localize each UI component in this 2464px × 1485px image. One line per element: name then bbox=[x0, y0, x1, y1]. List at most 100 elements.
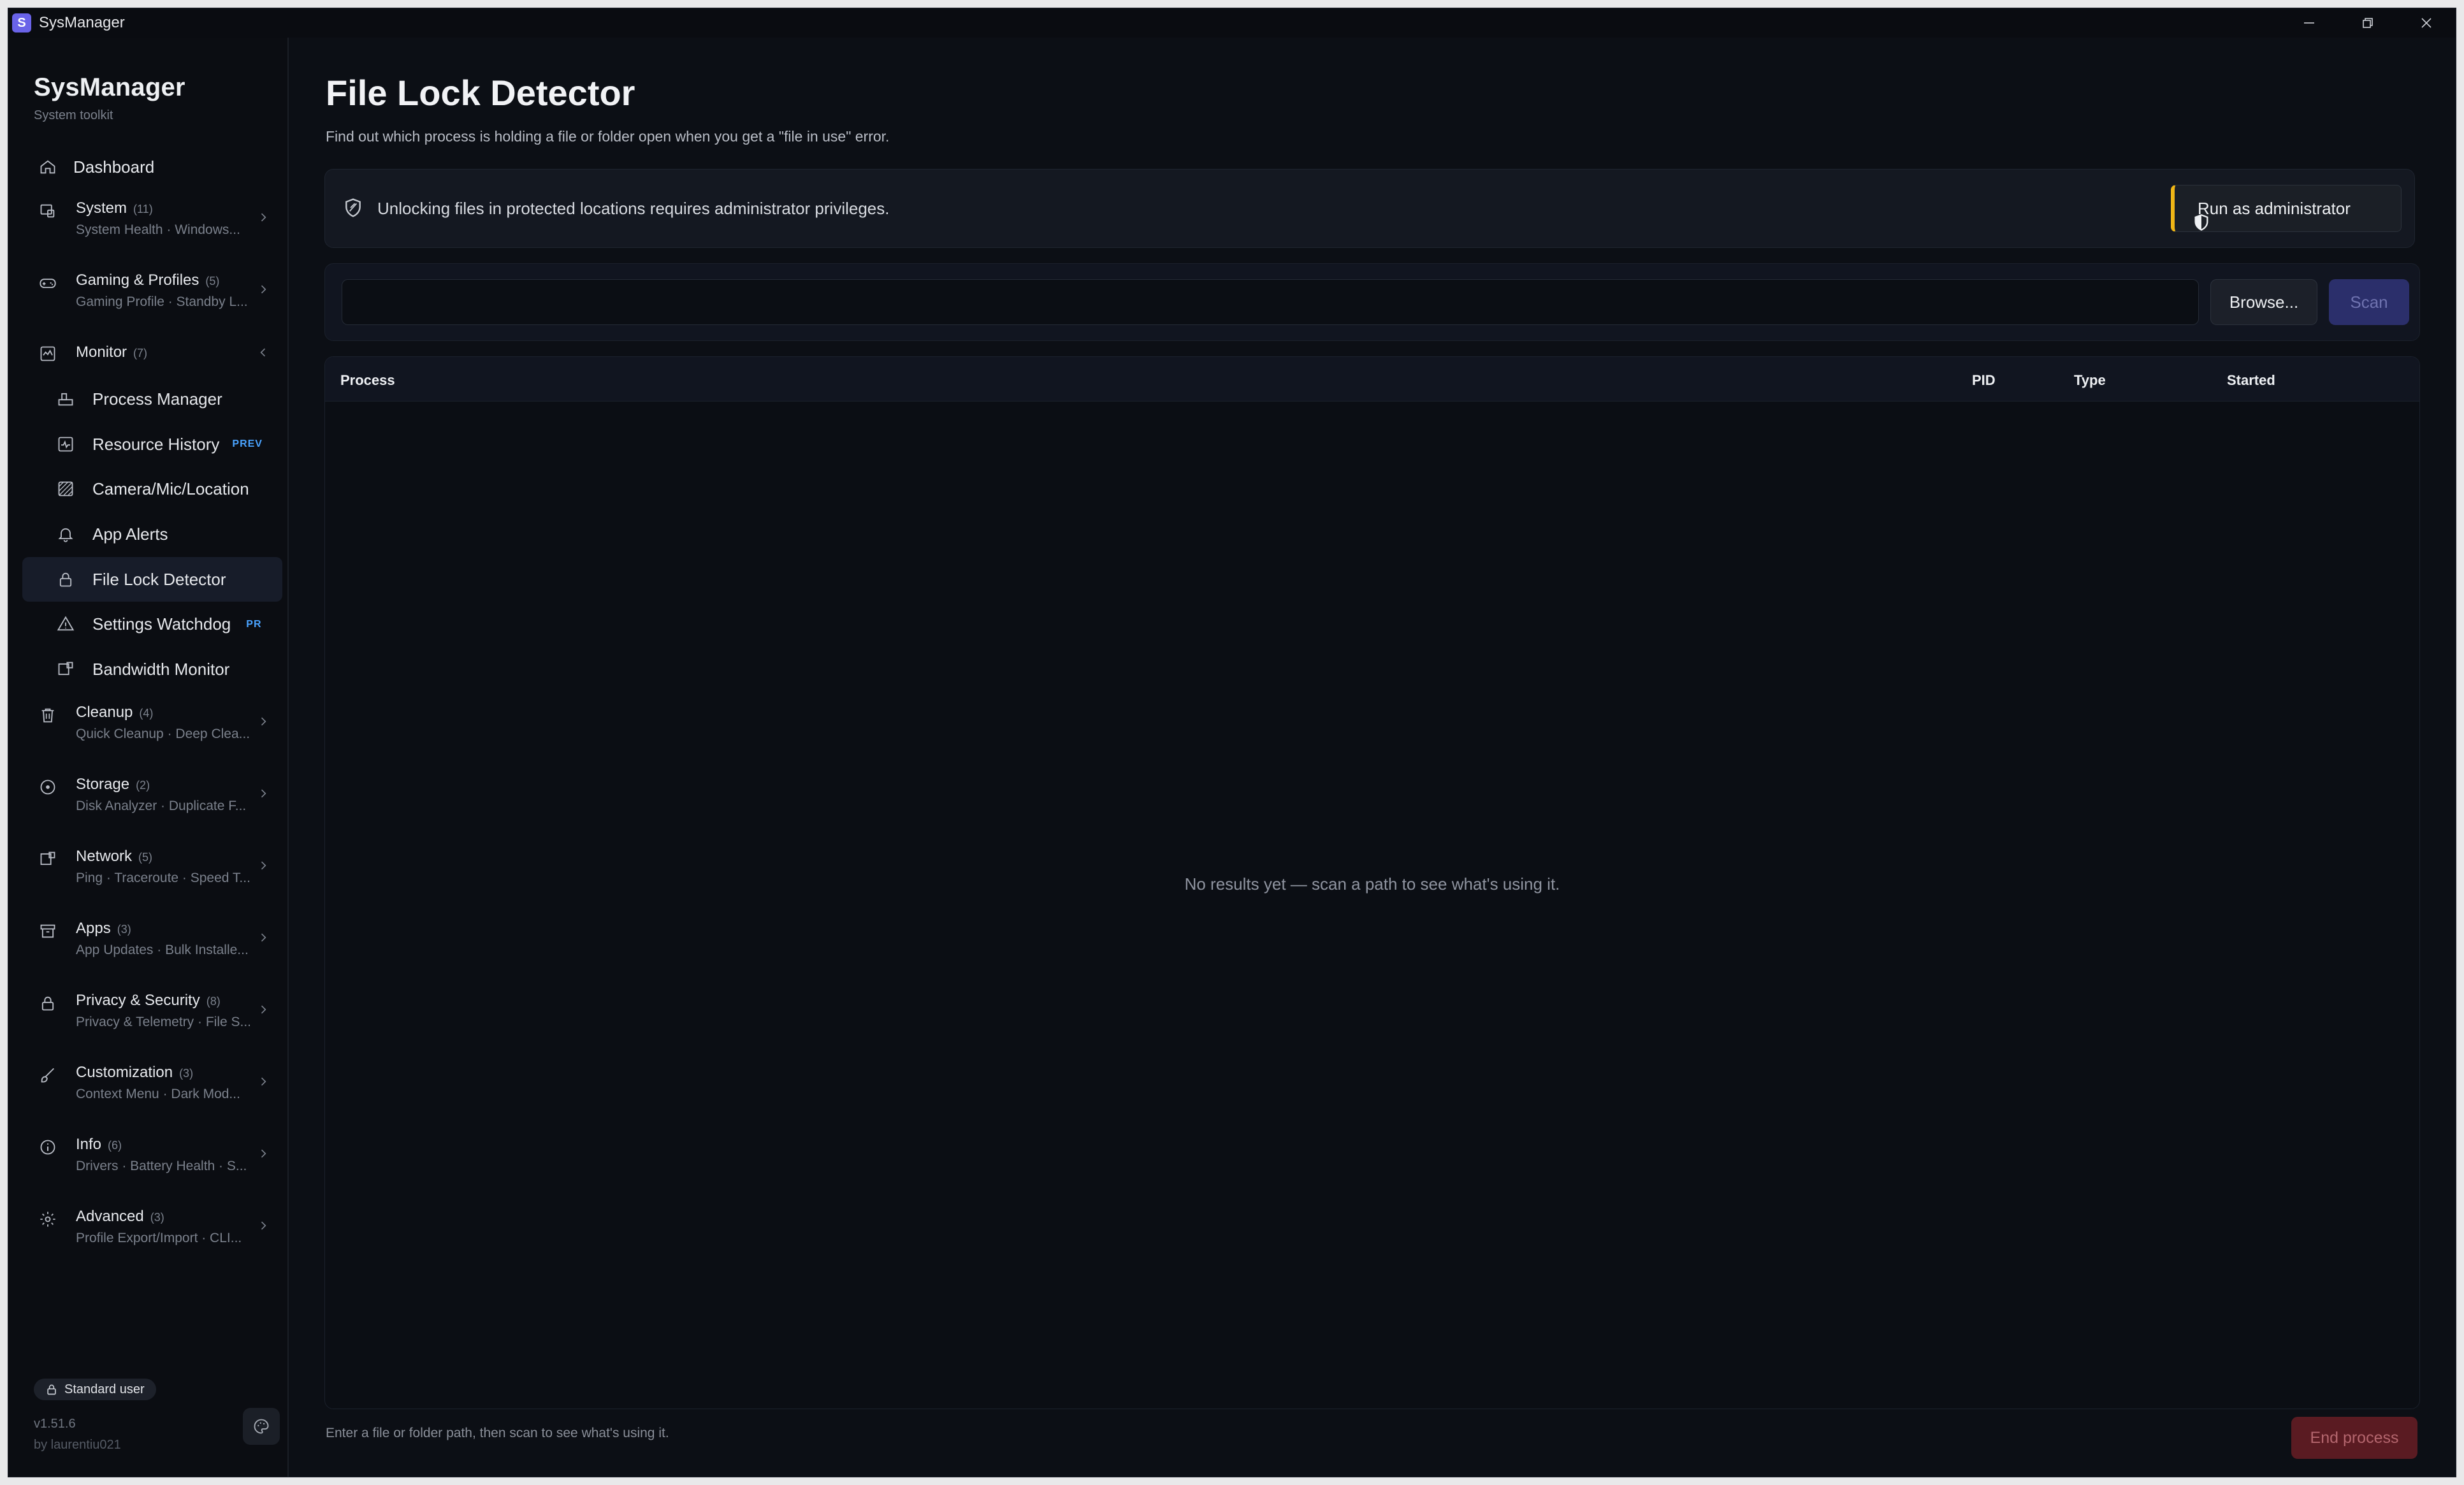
group-count: (6) bbox=[108, 1138, 122, 1152]
user-status-badge: Standard user bbox=[34, 1379, 156, 1400]
sidebar-item-process-manager[interactable]: Process Manager bbox=[22, 377, 282, 422]
bandwidth-icon bbox=[58, 662, 73, 676]
sidebar-item-settings-watchdog[interactable]: Settings Watchdog PR bbox=[22, 602, 282, 647]
sidebar-item-file-lock-detector[interactable]: File Lock Detector bbox=[22, 556, 282, 602]
sidebar-group-gaming[interactable]: Gaming & Profiles (5) Gaming Profile · St… bbox=[22, 260, 282, 332]
group-title: Advanced bbox=[76, 1207, 144, 1225]
sidebar-group-cleanup[interactable]: Cleanup (4) Quick Cleanup · Deep Clea... bbox=[22, 692, 282, 764]
network-icon bbox=[40, 851, 55, 865]
minimize-icon bbox=[2304, 22, 2314, 24]
group-title: Monitor bbox=[76, 344, 127, 361]
shield-half-icon bbox=[2194, 214, 2208, 231]
app-logo-icon: S bbox=[12, 13, 31, 33]
group-title: Apps bbox=[76, 919, 111, 937]
path-input[interactable] bbox=[342, 279, 2199, 325]
group-count: (7) bbox=[133, 347, 148, 359]
sidebar-group-advanced[interactable]: Advanced (3) Profile Export/Import · CLI.… bbox=[22, 1196, 282, 1268]
lock-icon bbox=[47, 1384, 56, 1395]
group-count: (5) bbox=[138, 850, 153, 864]
group-subtitle: Disk Analyzer · Duplicate F... bbox=[76, 798, 247, 813]
sidebar-item-label: Process Manager bbox=[92, 389, 222, 409]
sidebar-group-monitor[interactable]: Monitor (7) bbox=[22, 332, 282, 377]
group-title: Gaming & Profiles bbox=[76, 272, 199, 289]
scan-panel: Browse... Scan bbox=[324, 263, 2420, 341]
camera-icon bbox=[58, 481, 73, 496]
group-count: (11) bbox=[133, 203, 153, 215]
group-title: Network bbox=[76, 847, 133, 865]
sidebar-group-customization[interactable]: Customization (3) Context Menu · Dark Mod… bbox=[22, 1052, 282, 1124]
gamepad-icon bbox=[40, 279, 56, 288]
group-title: System bbox=[76, 199, 127, 217]
sidebar-item-label: Resource History bbox=[92, 434, 220, 454]
group-title: Customization bbox=[76, 1063, 173, 1081]
system-icon bbox=[40, 204, 55, 218]
sidebar-item-resource-history[interactable]: Resource History PREV bbox=[22, 422, 282, 467]
app-author: by laurentiu021 bbox=[34, 1438, 121, 1452]
sidebar-item-bandwidth-monitor[interactable]: Bandwidth Monitor bbox=[22, 647, 282, 692]
admin-banner-text: Unlocking files in protected locations r… bbox=[377, 199, 890, 218]
sidebar-item-label: App Alerts bbox=[92, 524, 168, 544]
lock-icon bbox=[41, 996, 54, 1011]
sidebar-group-network[interactable]: Network (5) Ping · Traceroute · Speed T..… bbox=[22, 836, 282, 908]
minimize-button[interactable] bbox=[2280, 8, 2338, 38]
group-subtitle: Ping · Traceroute · Speed T... bbox=[76, 870, 250, 885]
group-count: (3) bbox=[117, 922, 131, 936]
sidebar-item-label: Bandwidth Monitor bbox=[92, 659, 230, 679]
group-title: Storage bbox=[76, 775, 130, 793]
column-header-pid[interactable]: PID bbox=[1972, 372, 1996, 389]
end-process-button[interactable]: End process bbox=[2291, 1417, 2417, 1459]
sidebar-item-camera-mic-location[interactable]: Camera/Mic/Location bbox=[22, 467, 282, 512]
group-subtitle: Gaming Profile · Standby L... bbox=[76, 294, 248, 309]
main-content: File Lock Detector Find out which proces… bbox=[290, 38, 2456, 1477]
sidebar-item-dashboard[interactable]: Dashboard bbox=[22, 146, 282, 188]
window-title: SysManager bbox=[39, 14, 125, 31]
column-header-process[interactable]: Process bbox=[340, 372, 395, 389]
brand-subtitle: System toolkit bbox=[34, 108, 113, 122]
run-as-administrator-button[interactable]: Run as administrator bbox=[2171, 185, 2402, 232]
empty-state-message: No results yet — scan a path to see what… bbox=[1184, 874, 1560, 894]
app-version: v1.51.6 bbox=[34, 1417, 76, 1431]
group-title: Privacy & Security bbox=[76, 991, 200, 1009]
app-window: S SysManager SysManager System toolkit D… bbox=[8, 8, 2456, 1477]
sidebar-group-info[interactable]: Info (6) Drivers · Battery Health · S... bbox=[22, 1124, 282, 1196]
sidebar-group-system[interactable]: System (11) System Health · Windows... bbox=[22, 188, 282, 260]
info-icon bbox=[40, 1140, 55, 1155]
brand-name: SysManager bbox=[34, 73, 185, 101]
group-count: (3) bbox=[179, 1066, 194, 1080]
group-subtitle: System Health · Windows... bbox=[76, 222, 240, 237]
status-text: Enter a file or folder path, then scan t… bbox=[326, 1426, 669, 1440]
column-header-type[interactable]: Type bbox=[2074, 372, 2106, 389]
group-subtitle: Context Menu · Dark Mod... bbox=[76, 1086, 240, 1101]
chevron-left-icon bbox=[260, 348, 266, 357]
sidebar-item-app-alerts[interactable]: App Alerts bbox=[22, 512, 282, 557]
scan-button[interactable]: Scan bbox=[2329, 279, 2409, 325]
close-icon bbox=[2421, 18, 2431, 28]
group-title: Info bbox=[76, 1135, 102, 1153]
group-count: (8) bbox=[206, 994, 221, 1008]
results-table: Process PID Type Started No results yet … bbox=[324, 356, 2420, 1409]
chevron-right-icon bbox=[261, 717, 266, 726]
chevron-right-icon bbox=[261, 1077, 266, 1086]
chevron-right-icon bbox=[261, 1005, 266, 1014]
group-subtitle: Drivers · Battery Health · S... bbox=[76, 1158, 247, 1173]
chevron-right-icon bbox=[261, 789, 266, 798]
trash-icon bbox=[41, 708, 54, 723]
sidebar-nav: Dashboard System (11) System Health · Win… bbox=[22, 146, 282, 1268]
column-header-started[interactable]: Started bbox=[2227, 372, 2275, 389]
user-status-label: Standard user bbox=[64, 1382, 145, 1396]
chart-icon bbox=[58, 437, 73, 452]
restore-button[interactable] bbox=[2338, 8, 2397, 38]
sidebar-item-label: Dashboard bbox=[73, 157, 155, 177]
group-subtitle: App Updates · Bulk Installe... bbox=[76, 942, 249, 957]
lock-icon bbox=[59, 572, 72, 587]
bell-icon bbox=[58, 528, 73, 542]
theme-toggle-button[interactable] bbox=[243, 1408, 280, 1445]
browse-button[interactable]: Browse... bbox=[2210, 279, 2317, 325]
sidebar-group-storage[interactable]: Storage (2) Disk Analyzer · Duplicate F..… bbox=[22, 764, 282, 836]
close-button[interactable] bbox=[2397, 8, 2456, 38]
sidebar-group-apps[interactable]: Apps (3) App Updates · Bulk Installe... bbox=[22, 908, 282, 980]
preview-badge: PREV bbox=[232, 438, 263, 450]
sidebar-group-privacy-security[interactable]: Privacy & Security (8) Privacy & Telemetr… bbox=[22, 980, 282, 1052]
process-icon bbox=[58, 393, 73, 406]
sidebar-item-label: File Lock Detector bbox=[92, 569, 226, 589]
